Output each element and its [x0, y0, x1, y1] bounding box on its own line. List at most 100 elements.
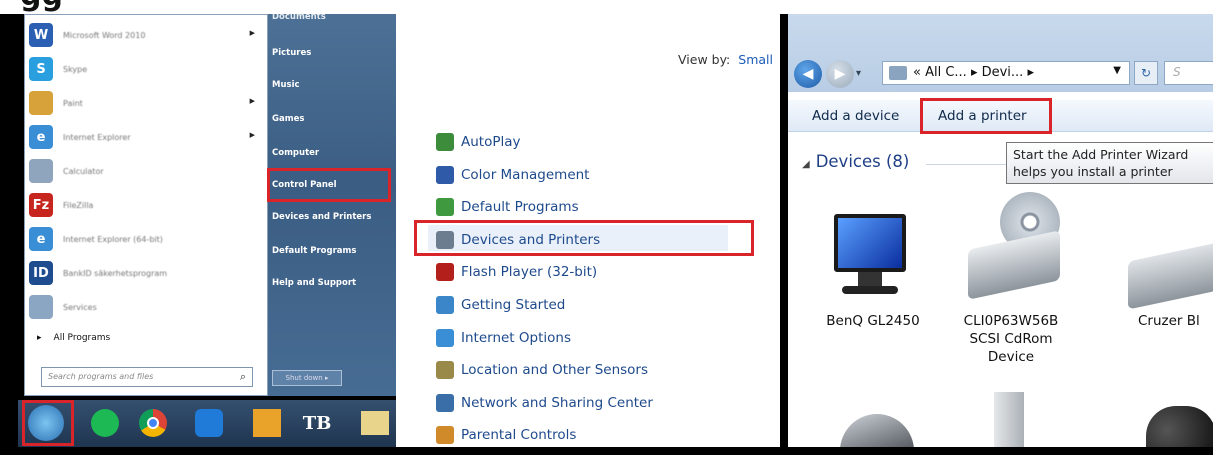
shutdown-button[interactable]: Shut down ▸: [272, 370, 342, 386]
control-panel-item-label: Getting Started: [461, 297, 566, 313]
start-program-item[interactable]: S Skype: [29, 53, 261, 85]
devices-section-header[interactable]: ◢ Devices (8): [802, 152, 909, 171]
device-label-cruzer: Cruzer Bl: [1138, 313, 1200, 329]
control-panel-item[interactable]: Devices and Printers: [436, 228, 600, 252]
devices-and-printers-window: ◀ ▶ ▾ « All C... ▸ Devi... ▸ ▼ ↻ S Add a…: [788, 14, 1213, 447]
devices-section-title: Devices (8): [815, 152, 910, 171]
start-program-label: Skype: [63, 64, 88, 74]
control-panel-item[interactable]: Parental Controls: [436, 423, 576, 447]
spotify-icon[interactable]: [86, 404, 124, 442]
search-devices-placeholder: S: [1173, 65, 1181, 79]
start-program-item[interactable]: ID BankID säkerhetsprogram: [29, 257, 261, 289]
start-program-item[interactable]: e Internet Explorer (64-bit): [29, 223, 261, 255]
control-panel-item-label: Flash Player (32-bit): [461, 264, 598, 281]
gamepad-icon[interactable]: [1146, 406, 1213, 447]
start-right-item[interactable]: Music: [268, 74, 396, 96]
control-panel-item[interactable]: Location and Other Sensors: [436, 358, 648, 382]
control-panel-item[interactable]: Network and Sharing Center: [436, 391, 653, 415]
start-program-item[interactable]: Calculator: [29, 155, 261, 187]
add-device-button[interactable]: Add a device: [812, 108, 899, 124]
device-label-benq: BenQ GL2450: [826, 313, 920, 329]
start-orb-highlight: [22, 400, 74, 446]
teamviewer-icon[interactable]: [190, 404, 228, 442]
start-program-item[interactable]: W Microsoft Word 2010 ▶: [29, 19, 261, 51]
start-right-item[interactable]: Pictures: [268, 42, 396, 64]
devices-folder-icon: [889, 66, 907, 80]
address-path: « All C... ▸ Devi... ▸: [913, 65, 1034, 80]
view-by-dropdown[interactable]: Small: [738, 52, 773, 67]
control-panel-item[interactable]: Default Programs: [436, 195, 579, 219]
control-panel-item[interactable]: Color Management: [436, 163, 589, 187]
start-program-label: Microsoft Word 2010: [63, 30, 146, 40]
address-bar[interactable]: « All C... ▸ Devi... ▸ ▼: [882, 61, 1130, 85]
filezilla-icon: Fz: [29, 193, 53, 217]
start-program-label: Services: [63, 302, 97, 312]
control-panel-item[interactable]: AutoPlay: [436, 130, 521, 154]
autoplay-icon: [436, 133, 454, 151]
monitor-icon[interactable]: [828, 214, 912, 300]
start-right-item[interactable]: Default Programs: [268, 240, 396, 262]
location-sensors-icon: [436, 361, 454, 380]
start-menu: ▸ All Programs Search programs and files ⌕…: [18, 12, 396, 447]
outlook-icon[interactable]: [248, 404, 286, 442]
start-program-label: Internet Explorer (64-bit): [63, 234, 163, 244]
skype-icon: S: [29, 57, 53, 81]
all-programs-label: All Programs: [53, 333, 111, 343]
window-divider: [780, 14, 788, 447]
control-panel-item-label: Internet Options: [461, 329, 571, 346]
tooltip-line-1: Start the Add Printer Wizard: [1013, 147, 1189, 162]
start-program-label: Calculator: [63, 166, 104, 176]
start-right-item[interactable]: Documents: [268, 8, 396, 26]
start-menu-right-pane: Shut down ▸ Documents Pictures Music Games C…: [268, 12, 396, 396]
internet-explorer-icon: e: [29, 125, 53, 149]
control-panel-window: View by: Small AutoPlay Color Management De…: [396, 14, 780, 447]
tb-label: TB: [302, 412, 332, 434]
calculator-icon: [29, 159, 53, 183]
start-right-item[interactable]: Help and Support: [268, 272, 396, 294]
submenu-arrow-icon: ▶: [249, 29, 255, 37]
services-icon: [29, 295, 53, 319]
start-right-item[interactable]: Computer: [268, 142, 396, 164]
control-panel-item[interactable]: Flash Player (32-bit): [436, 260, 597, 284]
hard-drive-icon[interactable]: [994, 392, 1024, 447]
start-program-label: Internet Explorer: [63, 132, 131, 142]
control-panel-item-label: Parental Controls: [461, 427, 577, 444]
tooltip-line-2: helps you install a printer: [1013, 164, 1173, 179]
internet-options-icon: [436, 328, 454, 347]
start-program-item[interactable]: e Internet Explorer ▶: [29, 121, 261, 153]
start-program-item[interactable]: Fz FileZilla: [29, 189, 261, 221]
tb-icon[interactable]: TB: [298, 404, 336, 442]
control-panel-item-label: Default Programs: [461, 199, 579, 216]
view-by-control: View by: Small: [678, 52, 773, 67]
start-search-input[interactable]: Search programs and files ⌕: [41, 367, 253, 387]
back-arrow-icon[interactable]: ◀: [794, 60, 822, 88]
address-dropdown-icon[interactable]: ▼: [1113, 65, 1121, 76]
refresh-icon[interactable]: ↻: [1134, 61, 1158, 85]
all-programs-button[interactable]: ▸ All Programs: [37, 333, 110, 343]
cd-drive-icon[interactable]: [968, 192, 1068, 302]
taskbar: TB: [18, 400, 396, 447]
control-panel-item-label: Network and Sharing Center: [461, 394, 653, 411]
internet-explorer-64-icon: e: [29, 227, 53, 251]
recent-pages-chevron-icon[interactable]: ▾: [856, 68, 861, 79]
chrome-icon[interactable]: [134, 404, 172, 442]
getting-started-icon: [436, 296, 454, 314]
search-devices-input[interactable]: S: [1164, 61, 1213, 85]
collapse-triangle-icon: ◢: [802, 159, 810, 170]
default-programs-icon: [436, 198, 454, 217]
start-program-item[interactable]: Paint ▶: [29, 87, 261, 119]
control-panel-item[interactable]: Internet Options: [436, 326, 571, 350]
start-right-item[interactable]: Games: [268, 108, 396, 130]
start-right-item[interactable]: Devices and Printers: [268, 206, 396, 228]
file-explorer-icon[interactable]: [356, 404, 394, 442]
add-printer-tooltip: Start the Add Printer Wizard helps you i…: [1006, 142, 1213, 184]
usb-drive-icon[interactable]: [1128, 242, 1213, 310]
control-panel-item-label: AutoPlay: [461, 134, 521, 150]
control-panel-item[interactable]: Getting Started: [436, 293, 565, 317]
forward-arrow-icon[interactable]: ▶: [826, 60, 854, 88]
mouse-icon[interactable]: [840, 414, 914, 447]
view-by-label: View by:: [678, 52, 731, 67]
submenu-arrow-icon: ▶: [249, 97, 255, 105]
control-panel-item-label: Location and Other Sensors: [461, 362, 649, 379]
start-program-item[interactable]: Services: [29, 291, 261, 323]
